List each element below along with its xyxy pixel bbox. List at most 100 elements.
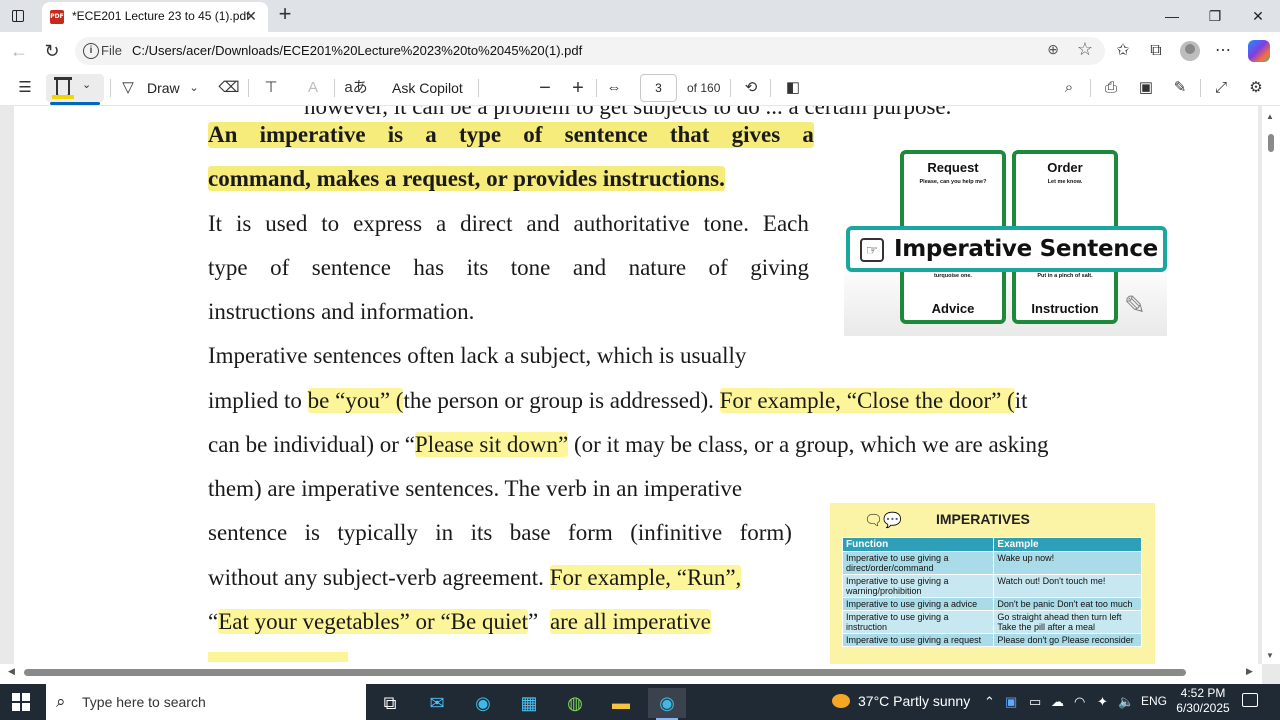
scroll-up-icon[interactable]: ▲	[1266, 112, 1274, 121]
volume-icon[interactable]: 🔈	[1118, 694, 1134, 710]
copilot-icon[interactable]	[1248, 40, 1270, 62]
mail-icon[interactable]: ✉	[418, 688, 456, 718]
add-favorite-icon[interactable]: ☆	[1077, 39, 1093, 60]
battery-icon[interactable]: ▭	[1029, 694, 1041, 710]
word: is	[304, 520, 320, 545]
dropbox-icon[interactable]: ✦	[1097, 694, 1108, 710]
word: in	[435, 520, 454, 545]
pencil-icon: ✎	[1124, 290, 1146, 320]
scroll-left-icon[interactable]: ◀	[8, 666, 15, 677]
onedrive-icon[interactable]: ☁	[1051, 694, 1064, 710]
paragraph-1-line-2: type of sentence has its tone and nature of givin…	[208, 255, 809, 281]
highlight-button[interactable]: ⌄	[46, 74, 104, 105]
green-app-icon[interactable]: ◍	[556, 688, 594, 718]
refresh-button[interactable]: ↻	[41, 40, 63, 62]
page-view-icon[interactable]: ◧	[782, 77, 804, 99]
chevron-down-icon[interactable]: ⌄	[186, 77, 202, 99]
notification-center-icon[interactable]	[1242, 693, 1258, 707]
store-icon[interactable]: ▦	[510, 688, 548, 718]
word: Each	[762, 211, 809, 236]
draw-label[interactable]: Draw	[147, 80, 180, 96]
file-explorer-icon[interactable]: ▬	[602, 688, 640, 718]
pdf-viewer[interactable]: however, it can be a problem to get subj…	[0, 106, 1280, 684]
read-aloud-icon[interactable]: aあ	[344, 77, 368, 99]
tab-active-pdf[interactable]: PDF *ECE201 Lecture 23 to 45 (1).pdf ✕	[42, 2, 268, 32]
pointing-hand-icon: ☞	[860, 238, 884, 262]
word: is	[235, 211, 252, 236]
word: sentence	[311, 255, 391, 280]
close-window-button[interactable]: ✕	[1238, 4, 1278, 28]
word: of	[270, 255, 290, 280]
imperative-sentence-image: Request Please, can you help me? Advice …	[844, 150, 1167, 336]
settings-gear-icon[interactable]: ⚙	[1245, 77, 1267, 99]
draw-pen-icon[interactable]: ▽	[118, 77, 138, 99]
scroll-down-icon[interactable]: ▼	[1266, 651, 1274, 660]
word: a	[435, 211, 447, 236]
scroll-right-icon[interactable]: ▶	[1246, 666, 1253, 677]
show-hidden-icons-icon[interactable]: ⌃	[984, 694, 995, 710]
horizontal-scrollbar[interactable]: ◀ ▶	[0, 664, 1262, 684]
wifi-icon[interactable]: ◠	[1074, 694, 1085, 710]
task-view-icon[interactable]: ⧉	[371, 688, 409, 718]
more-menu-icon[interactable]: ⋯	[1212, 40, 1234, 62]
favorites-icon[interactable]: ✩	[1112, 40, 1134, 62]
minimize-button[interactable]: —	[1152, 4, 1192, 28]
word: its	[466, 255, 489, 280]
word: tone	[510, 255, 551, 280]
eraser-icon[interactable]: ⌫	[218, 77, 240, 99]
edge-active-window-icon[interactable]: ◉	[648, 688, 686, 720]
paragraph-2-line-7: “Eat your vegetables” or “Be quiet” are …	[208, 609, 711, 634]
new-tab-button[interactable]: +	[274, 3, 296, 26]
address-bar[interactable]: i File C:/Users/acer/Downloads/ECE201%20…	[75, 37, 1105, 65]
paragraph-2-line-2: implied to be “you” (the person or group…	[208, 388, 1028, 413]
save-as-icon[interactable]: ✎	[1169, 77, 1191, 99]
restore-button[interactable]: ❐	[1195, 4, 1235, 28]
text-highlight: be “you” (	[307, 388, 404, 413]
zoom-in-icon[interactable]: +	[567, 77, 589, 99]
vertical-scrollbar[interactable]: ▲ ▼	[1262, 106, 1280, 664]
tab-close-icon[interactable]: ✕	[242, 7, 260, 25]
edge-browser-icon[interactable]: ◉	[464, 688, 502, 718]
windows-start-icon[interactable]	[12, 693, 30, 711]
ask-copilot-button[interactable]: Ask Copilot	[392, 80, 463, 96]
horizontal-scroll-thumb[interactable]	[24, 669, 1186, 676]
page-number-input[interactable]: 3	[640, 74, 677, 102]
word: express	[353, 211, 423, 236]
word: sentence	[208, 520, 288, 545]
system-clock[interactable]: 4:52 PM 6/30/2025	[1172, 686, 1234, 716]
meet-now-icon[interactable]: ▣	[1005, 694, 1017, 710]
word: nature	[628, 255, 687, 280]
weather-widget[interactable]: 37°C Partly sunny	[832, 693, 970, 709]
word: to	[321, 211, 340, 236]
collections-icon[interactable]: ⧉	[1145, 40, 1167, 62]
tab-actions-menu-icon[interactable]	[8, 6, 28, 26]
profile-avatar[interactable]	[1180, 41, 1200, 61]
print-icon[interactable]: ⎙	[1100, 77, 1122, 99]
search-icon[interactable]: ⌕	[1058, 77, 1080, 99]
add-text-icon[interactable]: ⊤	[260, 77, 282, 99]
paragraph-2-line-1: Imperative sentences often lack a subjec…	[208, 343, 747, 368]
word: of	[523, 122, 543, 147]
site-info-icon[interactable]: i	[83, 43, 99, 59]
instruction-sample: Put in a pinch of salt.	[1037, 273, 1093, 279]
fit-to-width-icon[interactable]: ⇔	[602, 77, 626, 99]
language-indicator[interactable]: ENG	[1141, 694, 1167, 708]
url-text[interactable]: C:/Users/acer/Downloads/ECE201%20Lecture…	[132, 43, 582, 58]
word: its	[470, 520, 493, 545]
zoom-out-icon[interactable]: −	[534, 77, 556, 99]
save-icon[interactable]: ▣	[1135, 77, 1157, 99]
weather-sun-icon	[832, 694, 850, 708]
chevron-down-icon[interactable]: ⌄	[82, 78, 91, 91]
table-row: Imperative to use giving a warning/prohi…	[841, 574, 1142, 598]
zoom-icon[interactable]: ⊕	[1047, 41, 1059, 58]
contents-list-icon[interactable]: ☰	[14, 77, 36, 99]
word: type	[458, 122, 502, 147]
text-highlight: Please sit down”	[414, 432, 569, 457]
taskbar-search-box[interactable]: ⌕ Type here to search	[46, 684, 366, 720]
word: is	[387, 122, 404, 147]
fullscreen-icon[interactable]: ⤢	[1210, 77, 1232, 99]
rotate-icon[interactable]: ⟲	[740, 77, 762, 99]
vertical-scroll-thumb[interactable]	[1268, 134, 1274, 152]
tab-title: *ECE201 Lecture 23 to 45 (1).pdf	[72, 9, 250, 23]
back-button[interactable]: ←	[8, 40, 30, 62]
